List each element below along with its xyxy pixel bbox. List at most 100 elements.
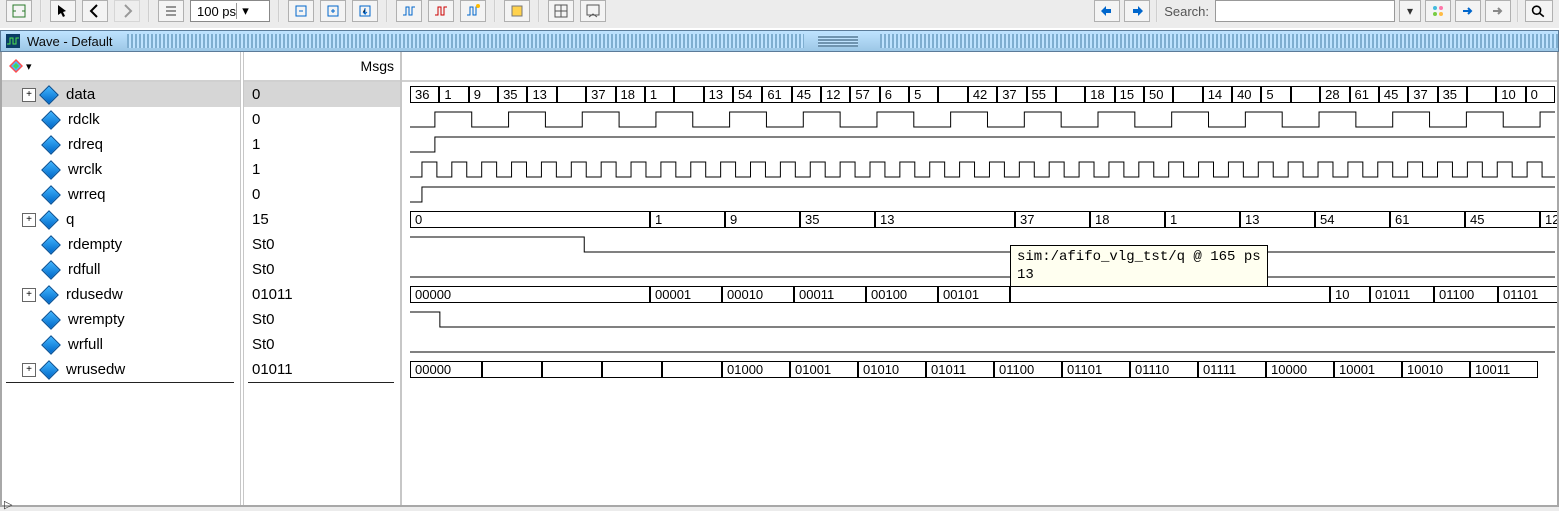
toolbar-list-button[interactable]: [158, 0, 184, 22]
lane-q[interactable]: 0193513371811354614512: [410, 207, 1555, 232]
bus-segment: 01000: [722, 361, 790, 378]
tooltip-line1: sim:/afifo_vlg_tst/q @ 165 ps: [1017, 249, 1261, 265]
signal-row-q[interactable]: +q: [2, 207, 240, 232]
signal-row-wrfull[interactable]: wrfull: [2, 332, 240, 357]
lane-rdempty[interactable]: [410, 232, 1555, 257]
search-dropdown-button[interactable]: ▾: [1399, 0, 1421, 22]
toolbar-button[interactable]: [6, 0, 32, 22]
bus-segment: 01101: [1062, 361, 1130, 378]
toolbar-step-down-button[interactable]: [352, 0, 378, 22]
lane-wrusedw[interactable]: 0000001000010010101001011011000110101110…: [410, 357, 1555, 382]
bus-segment: 35: [498, 86, 527, 103]
bus-segment: 37: [586, 86, 615, 103]
waveform-column: 3619351337181135461451257654237551815501…: [402, 52, 1557, 505]
search-go-button[interactable]: [1455, 0, 1481, 22]
signal-msg-rdempty[interactable]: St0: [244, 232, 400, 257]
search-options-button[interactable]: [1425, 0, 1451, 22]
search-input[interactable]: [1215, 0, 1395, 22]
bus-segment: 01101: [1498, 286, 1557, 303]
bus-segment: 40: [1232, 86, 1261, 103]
msgs-header: Msgs: [244, 52, 400, 82]
toolbar-memory-button[interactable]: [504, 0, 530, 22]
signal-msg-q[interactable]: 15: [244, 207, 400, 232]
search-go-button[interactable]: [1485, 0, 1511, 22]
chevron-down-icon[interactable]: ▾: [26, 60, 32, 73]
signal-row-rdclk[interactable]: rdclk: [2, 107, 240, 132]
signal-row-data[interactable]: +data: [2, 82, 240, 107]
expand-icon[interactable]: +: [22, 213, 36, 227]
bus-segment: 5: [1261, 86, 1290, 103]
signal-msg-rdreq[interactable]: 1: [244, 132, 400, 157]
expand-icon[interactable]: +: [22, 88, 36, 102]
signal-msg-rdclk[interactable]: 0: [244, 107, 400, 132]
toolbar-wave-button[interactable]: [428, 0, 454, 22]
signals-icon[interactable]: [8, 58, 24, 74]
chevron-down-icon[interactable]: ▾: [236, 3, 254, 19]
signal-row-rdreq[interactable]: rdreq: [2, 132, 240, 157]
signal-row-wrclk[interactable]: wrclk: [2, 157, 240, 182]
signal-msg-wrclk[interactable]: 1: [244, 157, 400, 182]
bus-segment: 10011: [1470, 361, 1538, 378]
toolbar-find-prev-button[interactable]: [1094, 0, 1120, 22]
lane-wrempty[interactable]: [410, 307, 1555, 332]
signal-name-label: rdreq: [68, 136, 103, 153]
toolbar-back-button[interactable]: [82, 0, 108, 22]
wave-icon: [5, 33, 21, 49]
zoom-button[interactable]: [1525, 0, 1553, 22]
bus-segment: 14: [1203, 86, 1232, 103]
bus-segment: 10000: [1266, 361, 1334, 378]
bus-segment: 45: [1379, 86, 1408, 103]
titlebar-grip[interactable]: [818, 35, 858, 47]
signal-msg-wrreq[interactable]: 0: [244, 182, 400, 207]
toolbar-dropdown-button[interactable]: [580, 0, 606, 22]
bus-segment: 36: [410, 86, 439, 103]
toolbar-wave-button[interactable]: [396, 0, 422, 22]
bus-segment: [1291, 86, 1320, 103]
toolbar-step-button[interactable]: [288, 0, 314, 22]
lane-rdusedw[interactable]: 0000000001000100001100100001011001011011…: [410, 282, 1555, 307]
expand-icon[interactable]: +: [22, 288, 36, 302]
lane-wrreq[interactable]: [410, 182, 1555, 207]
toolbar-grid-button[interactable]: [548, 0, 574, 22]
bus-segment: 61: [762, 86, 791, 103]
lane-rdfull[interactable]: [410, 257, 1555, 282]
signal-msg-rdusedw[interactable]: 01011: [244, 282, 400, 307]
signal-msg-wrusedw[interactable]: 01011: [244, 357, 400, 382]
signal-name-label: wrclk: [68, 161, 102, 178]
bus-segment: 01100: [1434, 286, 1498, 303]
expand-icon[interactable]: +: [22, 363, 36, 377]
signal-msg-rdfull[interactable]: St0: [244, 257, 400, 282]
toolbar-cursor-button[interactable]: [50, 0, 76, 22]
toolbar-wave-star-button[interactable]: [460, 0, 486, 22]
signal-row-wrempty[interactable]: wrempty: [2, 307, 240, 332]
bus-segment: 5: [909, 86, 938, 103]
signal-msg-data[interactable]: 0: [244, 82, 400, 107]
signal-row-wrusedw[interactable]: + wrusedw: [2, 357, 240, 382]
toolbar-fwd-button[interactable]: [114, 0, 140, 22]
lane-data[interactable]: 3619351337181135461451257654237551815501…: [410, 82, 1555, 107]
lane-wrfull[interactable]: [410, 332, 1555, 357]
signal-row-wrreq[interactable]: wrreq: [2, 182, 240, 207]
signal-msg-wrempty[interactable]: St0: [244, 307, 400, 332]
value-tooltip: sim:/afifo_vlg_tst/q @ 165 ps 13: [1010, 245, 1268, 287]
lane-wrclk[interactable]: [410, 157, 1555, 182]
signal-name-label: wrusedw: [66, 361, 125, 378]
lane-rdreq[interactable]: [410, 132, 1555, 157]
waveform-body[interactable]: 3619351337181135461451257654237551815501…: [402, 82, 1557, 505]
signal-row-rdempty[interactable]: rdempty: [2, 232, 240, 257]
time-field[interactable]: 100 ps▾: [190, 0, 270, 22]
signal-msg-wrfull[interactable]: St0: [244, 332, 400, 357]
msgs-body: 0011015St0St001011St0St001011: [244, 82, 400, 505]
signal-row-rdusedw[interactable]: +rdusedw: [2, 282, 240, 307]
wave-window-titlebar[interactable]: Wave - Default: [0, 30, 1559, 52]
lane-rdclk[interactable]: [410, 107, 1555, 132]
toolbar-step-button[interactable]: [320, 0, 346, 22]
bus-segment: 57: [850, 86, 879, 103]
signal-name-label: wrreq: [68, 186, 106, 203]
signal-row-rdfull[interactable]: rdfull: [2, 257, 240, 282]
cursor-mark-icon: ▷: [4, 498, 12, 511]
bus-segment: 00001: [650, 286, 722, 303]
toolbar-find-next-button[interactable]: [1124, 0, 1150, 22]
signal-name-label: rdfull: [68, 261, 101, 278]
titlebar-stripes: [127, 34, 805, 48]
